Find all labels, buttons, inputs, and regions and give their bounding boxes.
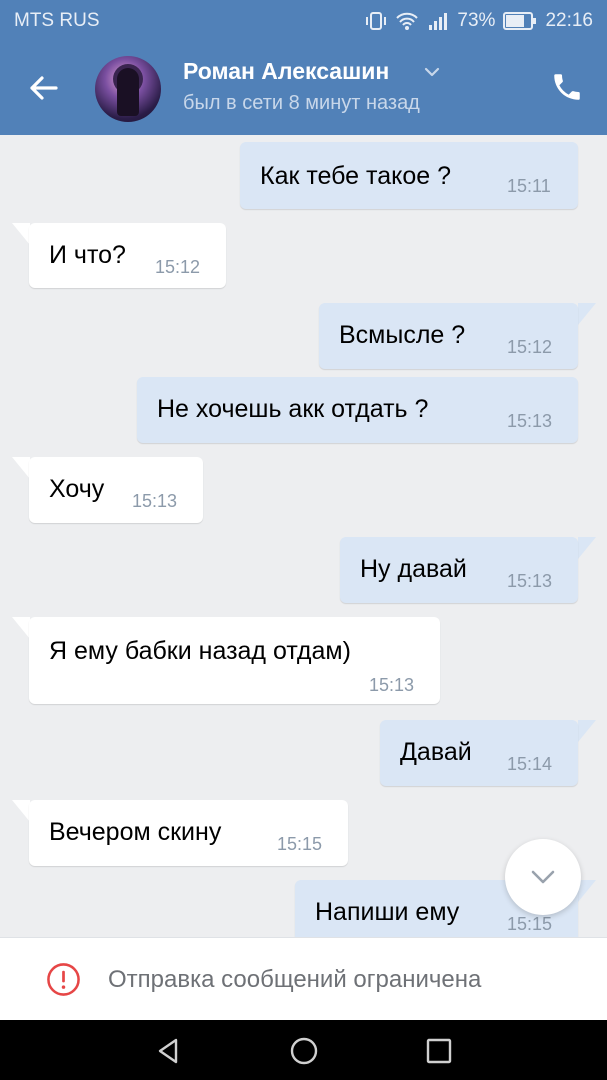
message-bubble-outgoing[interactable]: Ну давай 15:13 — [340, 537, 578, 603]
vibrate-icon — [365, 11, 387, 31]
battery-percent: 73% — [457, 10, 496, 31]
avatar-figure-shape — [117, 68, 139, 116]
message-bubble-incoming[interactable]: Я ему бабки назад отдам) 15:13 — [29, 617, 440, 704]
back-button[interactable] — [24, 68, 64, 108]
message-text: Не хочешь акк отдать ? — [157, 395, 429, 423]
message-text: Как тебе такое ? — [260, 162, 451, 190]
avatar[interactable] — [95, 56, 161, 122]
top-app-bar: MTS RUS 73% 22:16 Роман Алексашин был в … — [0, 0, 607, 135]
message-bubble-outgoing[interactable]: Всмысле ? 15:12 — [319, 303, 578, 369]
bubble-tail — [12, 617, 30, 639]
wifi-icon — [395, 11, 419, 31]
call-button[interactable] — [550, 70, 584, 104]
scroll-to-bottom-button[interactable] — [505, 839, 581, 915]
bubble-tail — [578, 303, 596, 325]
bubble-tail — [12, 800, 30, 822]
status-bar: MTS RUS 73% 22:16 — [0, 0, 607, 42]
message-time: 15:13 — [507, 411, 553, 431]
bubble-tail — [578, 720, 596, 742]
carrier-label: MTS RUS — [14, 10, 100, 31]
message-text: Давай — [400, 738, 472, 766]
contact-name[interactable]: Роман Алексашин — [183, 58, 389, 85]
battery-icon — [503, 12, 537, 30]
message-time: 15:11 — [507, 176, 551, 196]
message-bubble-outgoing[interactable]: Давай 15:14 — [380, 720, 578, 786]
bubble-tail — [12, 457, 30, 479]
message-text: Вечером скину — [49, 818, 222, 846]
message-bubble-outgoing[interactable]: Не хочешь акк отдать ? 15:13 — [137, 377, 578, 443]
message-time: 15:13 — [507, 571, 553, 591]
last-seen-status: был в сети 8 минут назад — [183, 92, 420, 114]
warning-icon — [47, 963, 80, 996]
nav-home-icon[interactable] — [289, 1036, 319, 1066]
bubble-tail — [12, 223, 30, 245]
message-text: Я ему бабки назад отдам) — [49, 637, 351, 665]
restricted-message-text: Отправка сообщений ограничена — [108, 966, 482, 993]
message-time: 15:14 — [507, 754, 553, 774]
message-bubble-incoming[interactable]: Вечером скину 15:15 — [29, 800, 348, 866]
system-navigation-bar — [0, 1020, 607, 1080]
message-text: Хочу — [49, 475, 105, 503]
signal-icon — [427, 11, 449, 31]
messaging-restricted-bar: Отправка сообщений ограничена — [0, 937, 607, 1020]
message-text: Всмысле ? — [339, 321, 466, 349]
arrow-left-icon — [30, 76, 58, 100]
message-time: 15:12 — [507, 337, 553, 357]
message-bubble-outgoing[interactable]: Как тебе такое ? 15:11 — [240, 142, 578, 209]
message-time: 15:13 — [369, 675, 415, 695]
message-bubble-incoming[interactable]: И что? 15:12 — [29, 223, 226, 288]
chevron-down-icon — [531, 870, 555, 884]
clock: 22:16 — [545, 10, 593, 31]
message-text: Ну давай — [360, 555, 467, 583]
nav-recents-icon[interactable] — [424, 1036, 454, 1066]
message-list[interactable]: Как тебе такое ? 15:11 И что? 15:12 Всмы… — [0, 135, 607, 937]
chevron-down-icon[interactable] — [424, 66, 440, 78]
chat-header: Роман Алексашин был в сети 8 минут назад — [0, 42, 607, 135]
nav-back-icon[interactable] — [154, 1036, 184, 1066]
message-time: 15:15 — [507, 914, 553, 934]
message-text: И что? — [49, 241, 126, 269]
status-icons: 73% 22:16 — [365, 10, 593, 32]
message-bubble-incoming[interactable]: Хочу 15:13 — [29, 457, 203, 523]
phone-icon — [554, 74, 580, 100]
bubble-tail — [578, 537, 596, 559]
message-text: Напиши ему — [315, 898, 460, 926]
message-time: 15:13 — [132, 491, 178, 511]
message-time: 15:12 — [155, 257, 201, 277]
message-time: 15:15 — [277, 834, 323, 854]
bubble-tail — [578, 880, 596, 902]
